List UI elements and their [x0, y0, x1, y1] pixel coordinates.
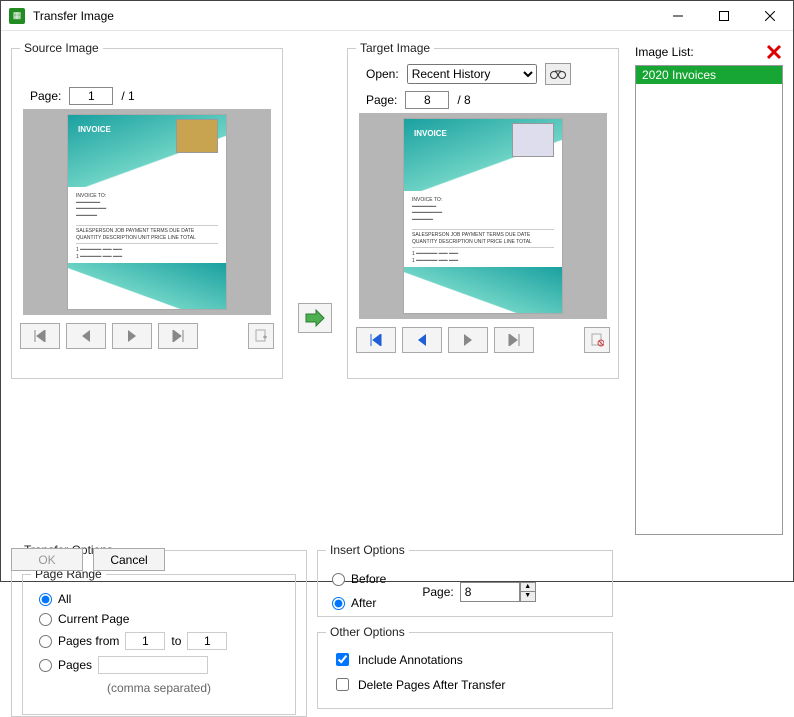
source-first-page-button[interactable] [20, 323, 60, 349]
target-prev-page-button[interactable] [402, 327, 442, 353]
radio-after-label: After [351, 596, 376, 610]
insert-page-input[interactable] [460, 582, 520, 602]
maximize-button[interactable] [701, 1, 747, 30]
pages-list-input[interactable] [98, 656, 208, 674]
source-image-group: Source Image Page: / 1 INVOICE INVOICE T… [11, 41, 283, 379]
radio-before[interactable] [332, 573, 345, 586]
insert-page-label: Page: [422, 585, 453, 599]
ok-button[interactable]: OK [11, 548, 83, 571]
image-list-label: Image List: [635, 45, 765, 59]
checkbox-include-annotations[interactable] [336, 653, 349, 666]
other-options-legend: Other Options [326, 625, 409, 639]
pages-from-input[interactable] [125, 632, 165, 650]
window-title: Transfer Image [33, 9, 655, 23]
radio-current-label: Current Page [58, 612, 129, 626]
pages-to-input[interactable] [187, 632, 227, 650]
radio-pages-label: Pages [58, 658, 92, 672]
target-page-label: Page: [366, 93, 397, 107]
insert-options-group: Insert Options Before After Page: [317, 543, 613, 617]
source-page-input[interactable] [69, 87, 113, 105]
target-doc-invoice-label: INVOICE [414, 129, 447, 138]
target-last-page-button[interactable] [494, 327, 534, 353]
page-range-group: Page Range All Current Page Pages from t… [22, 567, 296, 715]
source-page-of: / 1 [121, 89, 134, 103]
transfer-arrow-button[interactable] [298, 303, 332, 333]
target-image-group: Target Image Open: Recent History Page: … [347, 41, 619, 379]
image-list-delete-button[interactable] [765, 43, 783, 61]
insert-page-up-button[interactable]: ▲ [521, 583, 535, 592]
close-button[interactable] [747, 1, 793, 30]
cancel-button[interactable]: Cancel [93, 548, 165, 571]
minimize-button[interactable] [655, 1, 701, 30]
radio-pages-from-label: Pages from [58, 634, 119, 648]
source-preview: INVOICE INVOICE TO:━━━━━━━━━━━━━━━━━━━━━… [23, 109, 271, 315]
radio-all[interactable] [39, 593, 52, 606]
radio-pages[interactable] [39, 659, 52, 672]
target-open-label: Open: [366, 67, 399, 81]
binoculars-button[interactable] [545, 63, 571, 85]
app-icon: ▦ [9, 8, 25, 24]
pages-hint: (comma separated) [31, 677, 287, 695]
radio-all-label: All [58, 592, 71, 606]
target-next-page-button[interactable] [448, 327, 488, 353]
source-add-page-button[interactable] [248, 323, 274, 349]
source-doc-invoice-label: INVOICE [78, 125, 111, 134]
target-page-of: / 8 [457, 93, 470, 107]
source-legend: Source Image [20, 41, 103, 55]
target-open-select[interactable]: Recent History [407, 64, 537, 84]
radio-after[interactable] [332, 597, 345, 610]
other-options-group: Other Options Include Annotations Delete… [317, 625, 613, 709]
source-next-page-button[interactable] [112, 323, 152, 349]
source-page-label: Page: [30, 89, 61, 103]
target-first-page-button[interactable] [356, 327, 396, 353]
radio-before-label: Before [351, 572, 386, 586]
delete-after-label: Delete Pages After Transfer [358, 678, 505, 692]
checkbox-delete-after[interactable] [336, 678, 349, 691]
radio-current[interactable] [39, 613, 52, 626]
image-list[interactable]: 2020 Invoices [635, 65, 783, 535]
target-legend: Target Image [356, 41, 434, 55]
source-prev-page-button[interactable] [66, 323, 106, 349]
radio-pages-from[interactable] [39, 635, 52, 648]
insert-options-legend: Insert Options [326, 543, 409, 557]
target-preview: INVOICE INVOICE TO:━━━━━━━━━━━━━━━━━━━━━… [359, 113, 607, 319]
image-list-item[interactable]: 2020 Invoices [636, 66, 782, 84]
source-last-page-button[interactable] [158, 323, 198, 349]
include-annotations-label: Include Annotations [358, 653, 463, 667]
target-delete-page-button[interactable] [584, 327, 610, 353]
insert-page-down-button[interactable]: ▼ [521, 592, 535, 601]
target-page-input[interactable] [405, 91, 449, 109]
pages-to-label: to [171, 634, 181, 648]
